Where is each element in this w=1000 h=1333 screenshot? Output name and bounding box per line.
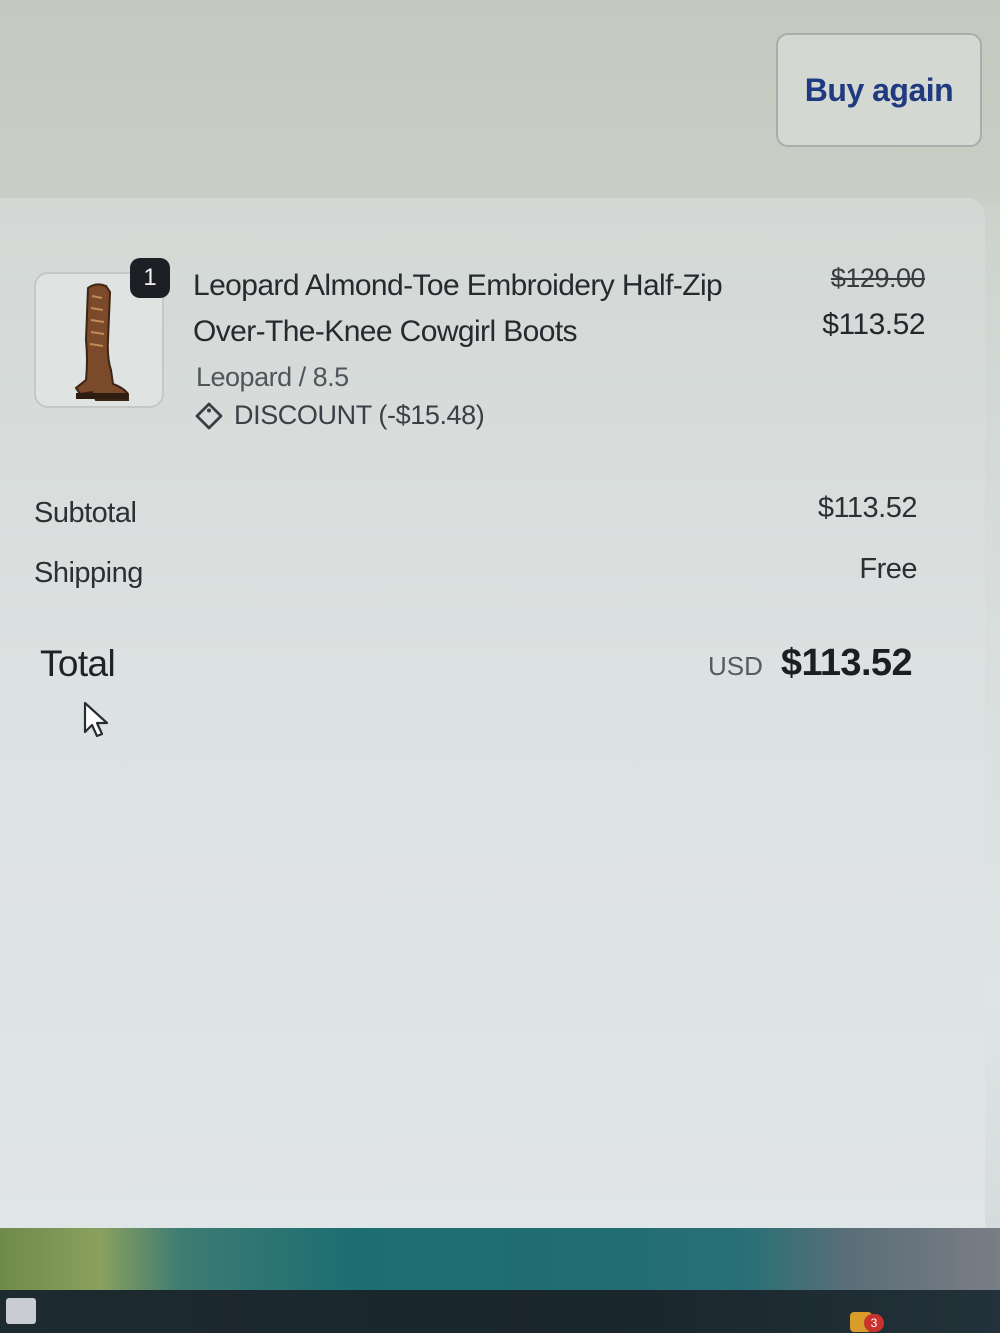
item-price: $113.52: [822, 308, 925, 341]
cowgirl-boot-icon: [74, 283, 129, 401]
subtotal-value: $113.52: [817, 492, 918, 524]
shipping-value: Free: [859, 553, 917, 585]
subtotal-label: Subtotal: [34, 497, 137, 529]
tag-icon: [195, 402, 223, 429]
original-price: $129.00: [830, 263, 926, 293]
shipping-label: Shipping: [34, 557, 143, 589]
total-value: USD $113.52: [708, 642, 913, 685]
quantity-badge: 1: [130, 258, 170, 298]
currency-code: USD: [708, 651, 763, 681]
notification-count-badge: 3: [864, 1314, 884, 1332]
taskbar-app-icon[interactable]: [6, 1298, 36, 1324]
desktop-wallpaper: [0, 1228, 1000, 1290]
product-name: Leopard Almond-Toe Embroidery Half-Zip O…: [193, 269, 723, 348]
discount-row: DISCOUNT (-$15.48): [194, 400, 485, 431]
product-variant: Leopard / 8.5: [196, 362, 349, 392]
total-label: Total: [40, 643, 116, 684]
discount-label: DISCOUNT (-$15.48): [234, 400, 485, 430]
mouse-cursor-icon: [83, 701, 109, 738]
total-amount: $113.52: [780, 642, 913, 684]
buy-again-button[interactable]: Buy again: [776, 33, 982, 147]
